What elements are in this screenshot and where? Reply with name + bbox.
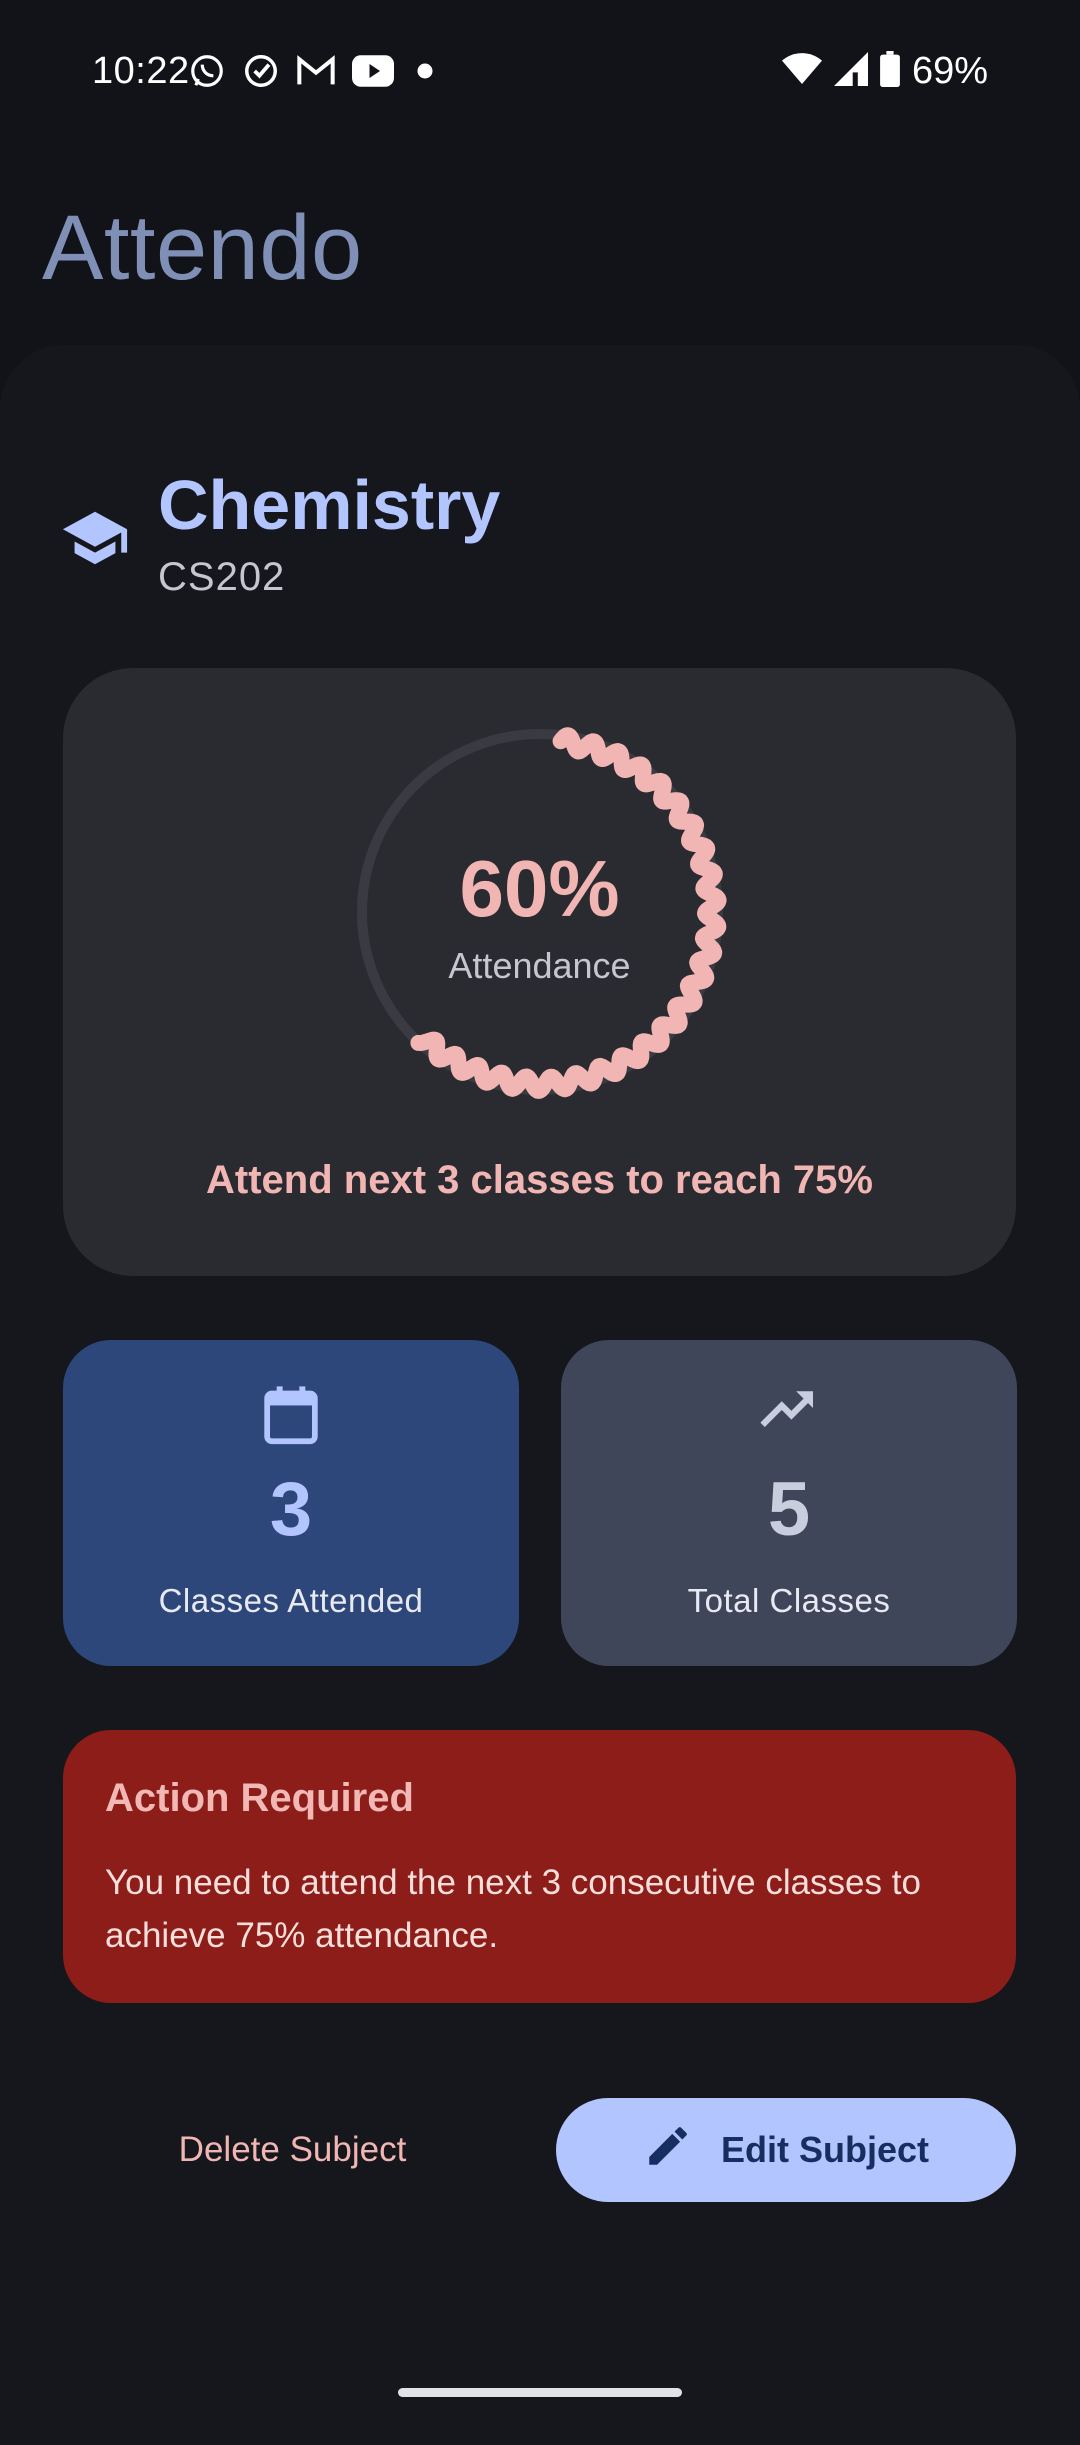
status-time: 10:22 [92,50,190,92]
battery-icon [880,51,900,92]
subject-code: CS202 [158,555,286,599]
attendance-percent: 60% [459,844,620,933]
attendance-label: Attendance [448,945,631,986]
pencil-icon [643,2121,693,2180]
reach-target-message: Attend next 3 classes to reach 75% [206,1158,873,1202]
edit-subject-label: Edit Subject [720,2129,930,2170]
edit-subject-button[interactable]: Edit Subject [556,2098,1016,2202]
classes-attended-card: 3 Classes Attended [63,1340,519,1666]
total-classes-card: 5 Total Classes [561,1340,1017,1666]
battery-percent: 69% [911,50,988,92]
whatsapp-icon [188,52,226,95]
total-classes-value: 5 [767,1467,811,1552]
cell-signal-icon [833,52,868,91]
calendar-icon [63,1384,519,1446]
gmail-icon [296,54,336,93]
alert-title: Action Required [105,1776,414,1820]
trending-up-icon [561,1384,1017,1432]
tasks-check-icon [242,52,280,95]
total-classes-label: Total Classes [687,1582,891,1619]
graduation-cap-icon [60,503,130,573]
classes-attended-label: Classes Attended [158,1582,424,1619]
delete-subject-button[interactable]: Delete Subject [120,2098,465,2202]
wifi-icon [781,52,822,91]
notification-icons [188,52,440,95]
subject-name: Chemistry [158,466,501,544]
subject-header: Chemistry CS202 [60,465,960,615]
home-indicator[interactable] [398,2388,682,2397]
attendance-card: 60% Attendance Attend next 3 classes to … [63,668,1016,1276]
dot-icon [410,56,440,91]
system-icons: 69% [781,50,988,93]
status-bar: 10:22 69% [0,0,1080,150]
classes-attended-value: 3 [269,1467,313,1552]
action-required-alert: Action Required You need to attend the n… [63,1730,1016,2003]
app-title: Attendo [42,197,363,299]
alert-body: You need to attend the next 3 consecutiv… [105,1863,921,1955]
youtube-icon [352,55,394,92]
